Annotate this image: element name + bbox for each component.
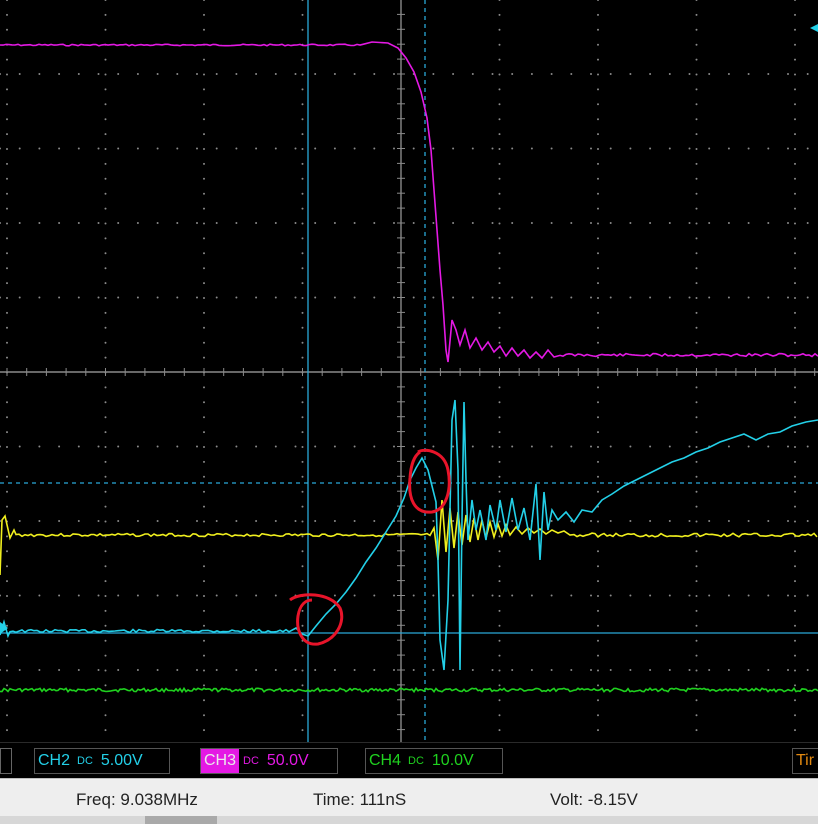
waveform-display[interactable] xyxy=(0,0,818,742)
ch4-scale: 10.0V xyxy=(431,752,474,769)
ch2-indicator[interactable]: CH2 DC 5.00V xyxy=(34,748,170,774)
ch1-trace xyxy=(0,499,818,576)
ch4-label: CH4 xyxy=(369,752,402,769)
time-readout: Time: 111nS xyxy=(313,790,407,809)
frequency-readout: Freq: 9.038MHz xyxy=(76,790,198,809)
volt-readout: Volt: -8.15V xyxy=(550,790,638,809)
ch2-scale: 5.00V xyxy=(100,752,143,769)
channel-left-stub[interactable] xyxy=(0,748,12,774)
status-bar: Freq: 9.038MHz Time: 111nS Volt: -8.15V xyxy=(0,778,818,824)
ch3-indicator[interactable]: CH3 DC 50.0V xyxy=(200,748,338,774)
annotation-circle-1 xyxy=(289,593,344,646)
channel-bar: CH2 DC 5.00V CH3 DC 50.0V CH4 DC 10.0V Tir xyxy=(0,742,818,779)
ch2-coupling-icon: DC xyxy=(77,755,93,767)
trigger-indicator[interactable]: Tir xyxy=(792,748,818,774)
ch4-indicator[interactable]: CH4 DC 10.0V xyxy=(365,748,503,774)
trigger-marker[interactable] xyxy=(810,24,818,32)
annotation-circle-2 xyxy=(408,448,451,514)
ch3-trace xyxy=(0,41,818,363)
waveform-canvas[interactable] xyxy=(0,0,818,742)
ch3-coupling-icon: DC xyxy=(243,755,259,767)
ch4-coupling-icon: DC xyxy=(408,755,424,767)
ch4-trace xyxy=(0,686,818,694)
ch3-label: CH3 xyxy=(201,749,240,773)
trigger-label: Tir xyxy=(796,752,815,769)
ch2-label: CH2 xyxy=(38,752,71,769)
ch3-scale: 50.0V xyxy=(266,752,309,769)
